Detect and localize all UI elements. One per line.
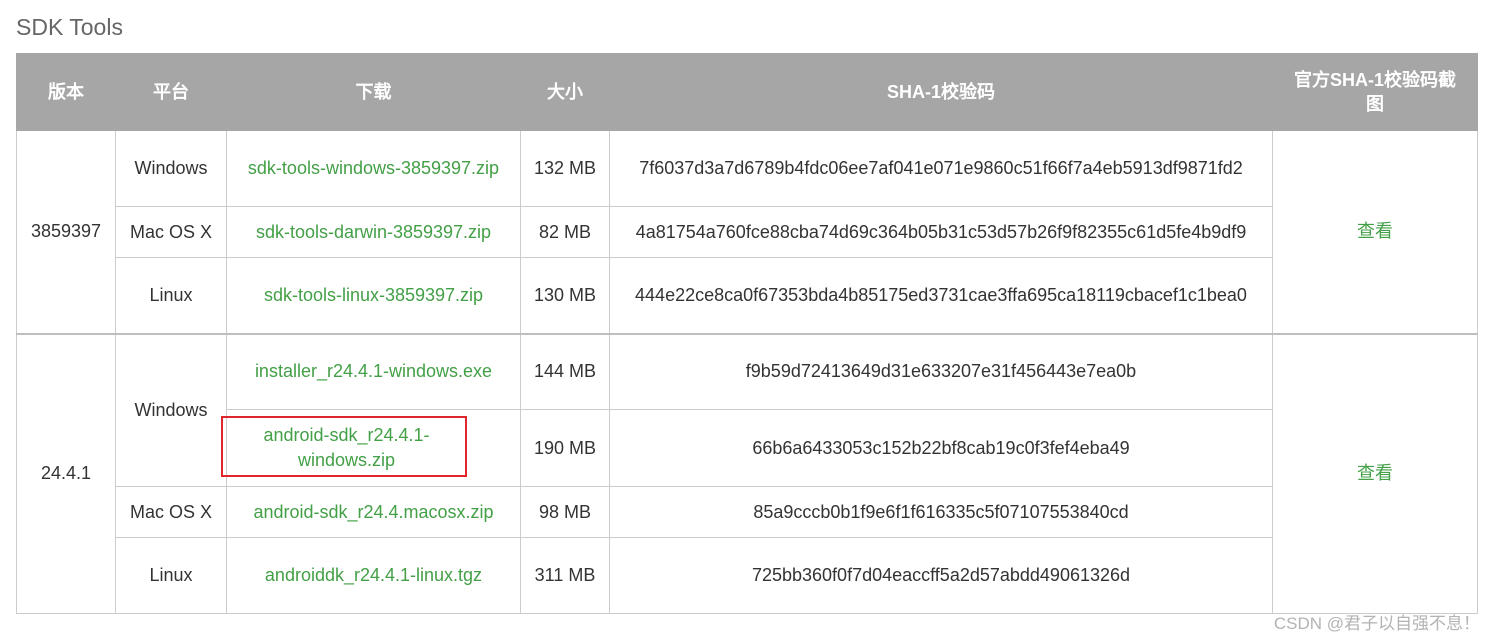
platform-cell: Linux [115, 257, 227, 334]
sha1-cell: 7f6037d3a7d6789b4fdc06ee7af041e071e9860c… [609, 130, 1273, 207]
platform-cell: Windows [115, 332, 227, 487]
column-header-screenshot: 官方SHA-1校验码截图 [1272, 53, 1478, 131]
table-row: Linux sdk-tools-linux-3859397.zip 130 MB… [17, 257, 1478, 334]
view-screenshot-link[interactable]: 查看 [1357, 221, 1393, 241]
header-row: 版本 平台 下载 大小 SHA-1校验码 官方SHA-1校验码截图 [16, 53, 1478, 131]
sha1-cell: 66b6a6433053c152b22bf8cab19c0f3fef4eba49 [609, 409, 1273, 487]
download-cell: android-sdk_r24.4.1-windows.zip [226, 409, 521, 487]
platform-cell: Linux [115, 537, 227, 614]
section-title: SDK Tools [16, 14, 123, 40]
table-row: 3859397 Windows sdk-tools-windows-385939… [16, 130, 1478, 334]
table-row: Linux androiddk_r24.4.1-linux.tgz 311 MB… [17, 537, 1478, 614]
download-cell: installer_r24.4.1-windows.exe [226, 332, 521, 410]
view-screenshot-link[interactable]: 查看 [1357, 463, 1393, 483]
column-header-download: 下载 [226, 53, 521, 131]
column-header-version: 版本 [16, 53, 116, 131]
platform-cell: Mac OS X [115, 206, 227, 258]
download-cell: android-sdk_r24.4.macosx.zip [226, 486, 521, 538]
version-cell: 24.4.1 [16, 332, 116, 614]
sha1-cell: 444e22ce8ca0f67353bda4b85175ed3731cae3ff… [609, 257, 1273, 334]
download-link[interactable]: installer_r24.4.1-windows.exe [255, 361, 492, 381]
screenshot-cell: 查看 [1272, 332, 1478, 614]
screenshot-cell: 查看 [1272, 130, 1478, 334]
table-row: Mac OS X sdk-tools-darwin-3859397.zip 82… [17, 206, 1478, 258]
column-header-platform: 平台 [115, 53, 227, 131]
size-cell: 132 MB [520, 130, 610, 207]
watermark: CSDN @君子以自强不息！ [1273, 614, 1480, 633]
table-row: android-sdk_r24.4.1-windows.zip 190 MB 6… [17, 409, 1478, 487]
sdk-tools-table: 版本 平台 下载 大小 SHA-1校验码 官方SHA-1校验码截图 385939… [16, 53, 1478, 614]
download-link[interactable]: androiddk_r24.4.1-linux.tgz [265, 565, 482, 585]
column-header-sha1: SHA-1校验码 [609, 53, 1273, 131]
column-header-size: 大小 [520, 53, 610, 131]
download-link[interactable]: android-sdk_r24.4.macosx.zip [253, 502, 493, 522]
size-cell: 144 MB [520, 332, 610, 410]
sha1-cell: f9b59d72413649d31e633207e31f456443e7ea0b [609, 332, 1273, 410]
download-cell: sdk-tools-linux-3859397.zip [226, 257, 521, 334]
sha1-cell: 725bb360f0f7d04eaccff5a2d57abdd49061326d [609, 537, 1273, 614]
download-link[interactable]: sdk-tools-linux-3859397.zip [264, 285, 483, 305]
sha1-cell: 4a81754a760fce88cba74d69c364b05b31c53d57… [609, 206, 1273, 258]
table-row: Mac OS X android-sdk_r24.4.macosx.zip 98… [17, 486, 1478, 538]
download-link[interactable]: sdk-tools-windows-3859397.zip [248, 158, 499, 178]
size-cell: 130 MB [520, 257, 610, 334]
sha1-cell: 85a9cccb0b1f9e6f1f616335c5f07107553840cd [609, 486, 1273, 538]
download-link-highlighted[interactable]: android-sdk_r24.4.1-windows.zip [263, 425, 429, 470]
table-row: 24.4.1 Windows installer_r24.4.1-windows… [16, 332, 1478, 614]
size-cell: 98 MB [520, 486, 610, 538]
download-link[interactable]: sdk-tools-darwin-3859397.zip [256, 222, 491, 242]
size-cell: 311 MB [520, 537, 610, 614]
download-cell: androiddk_r24.4.1-linux.tgz [226, 537, 521, 614]
version-cell: 3859397 [16, 130, 116, 334]
size-cell: 190 MB [520, 409, 610, 487]
platform-cell: Mac OS X [115, 486, 227, 538]
size-cell: 82 MB [520, 206, 610, 258]
download-cell: sdk-tools-darwin-3859397.zip [226, 206, 521, 258]
platform-cell: Windows [115, 130, 227, 207]
download-cell: sdk-tools-windows-3859397.zip [226, 130, 521, 207]
